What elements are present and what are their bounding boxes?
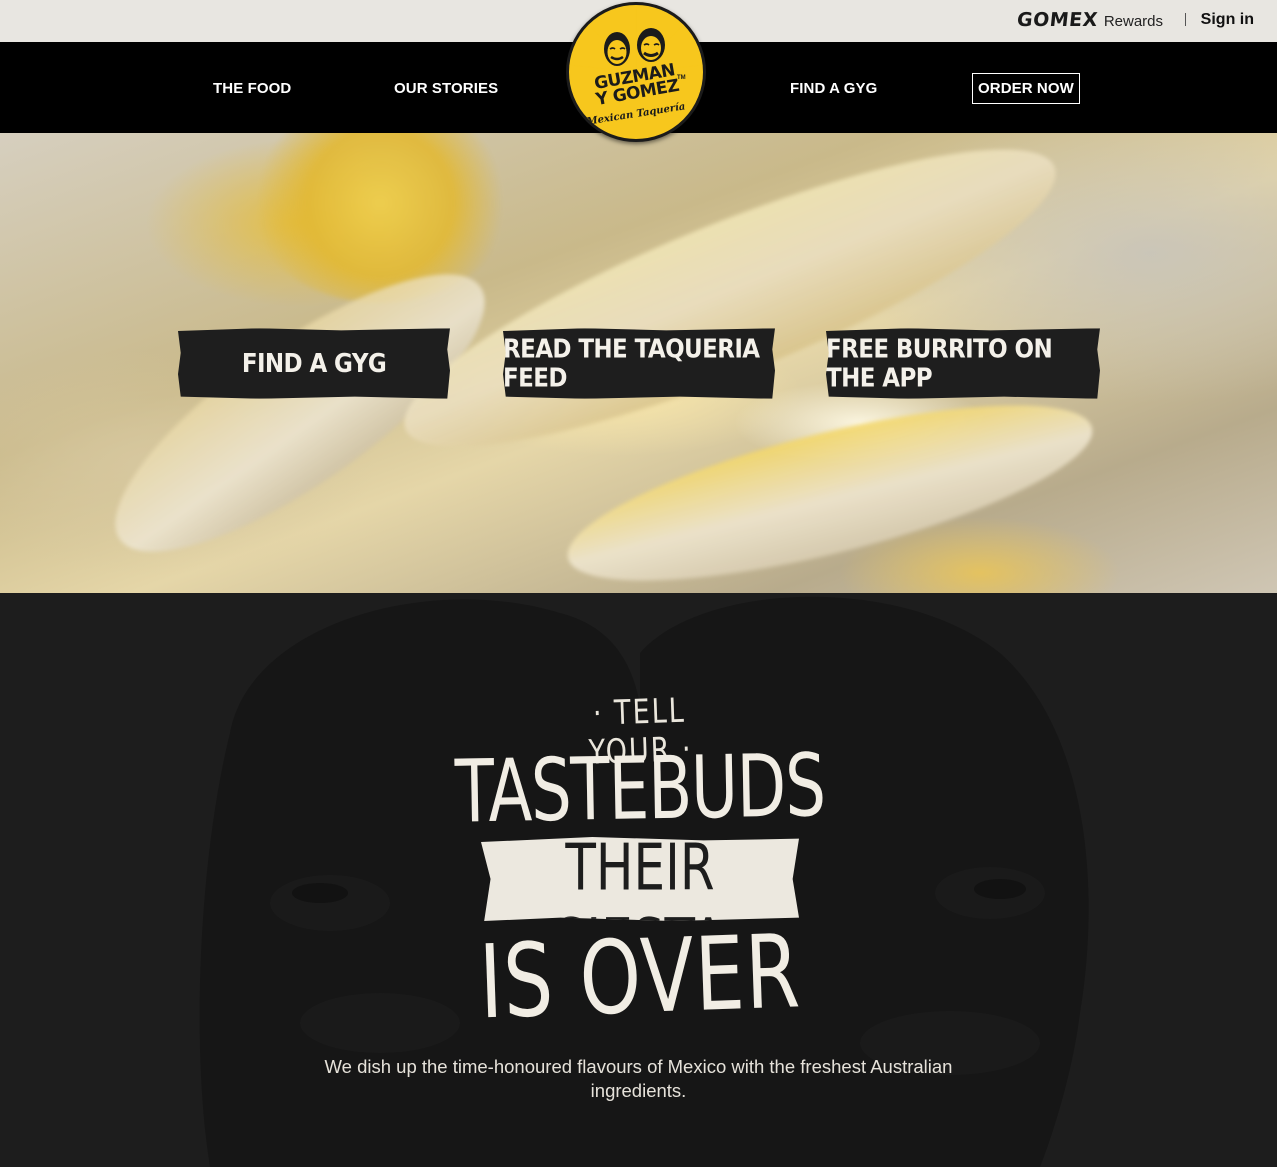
order-now-button[interactable]: ORDER NOW: [972, 73, 1080, 104]
tagline-line-2: TASTEBUDS: [454, 736, 826, 844]
nav-item-find-a-gyg[interactable]: FIND A GYG: [790, 80, 877, 97]
read-taqueria-feed-button[interactable]: READ THE TAQUERIA FEED: [503, 328, 775, 399]
free-burrito-app-button[interactable]: FREE BURRITO ON THE APP: [826, 328, 1100, 399]
logo-trademark: TM: [677, 75, 686, 81]
tagline-banner: THEIR SIESTA: [481, 837, 799, 921]
tagline-line-4: IS OVER: [477, 913, 803, 1043]
guzman-y-gomez-logo[interactable]: GUZMAN Y GOMEZ TM Mexican Taquería: [566, 2, 706, 142]
sign-in-link[interactable]: Sign in: [1201, 11, 1254, 29]
hero-banner: FIND A GYG READ THE TAQUERIA FEED FREE B…: [0, 133, 1277, 593]
nav-item-the-food[interactable]: THE FOOD: [213, 80, 291, 97]
gomex-rewards-link[interactable]: GOMEX Rewards: [1015, 9, 1163, 31]
gomex-logo: GOMEX: [1015, 9, 1099, 31]
find-a-gyg-button[interactable]: FIND A GYG: [178, 328, 450, 399]
hero-image-detail: [250, 133, 510, 303]
divider: [1185, 13, 1186, 26]
intro-description: We dish up the time-honoured flavours of…: [324, 1056, 953, 1101]
intro-section: · TELL YOUR · TASTEBUDS THEIR SIESTA IS …: [0, 593, 1277, 1167]
gomex-rewards-label: Rewards: [1103, 13, 1163, 30]
nav-item-our-stories[interactable]: OUR STORIES: [394, 80, 498, 97]
